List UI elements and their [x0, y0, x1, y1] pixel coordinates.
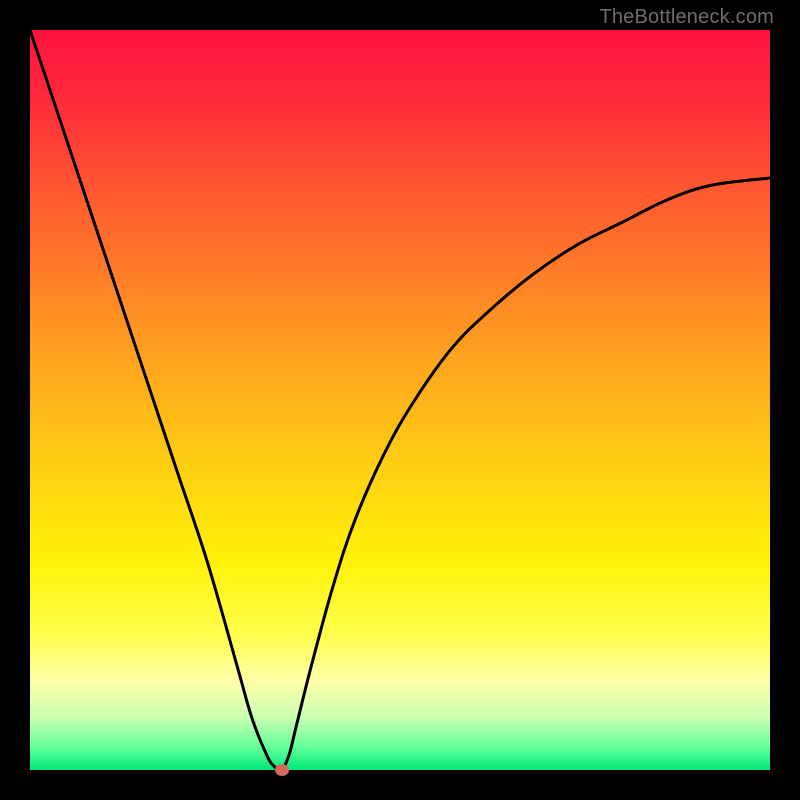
plot-area [30, 30, 770, 770]
chart-frame: TheBottleneck.com [0, 0, 800, 800]
bottleneck-curve [30, 30, 770, 770]
min-point-marker [275, 764, 289, 776]
watermark-text: TheBottleneck.com [599, 6, 774, 29]
